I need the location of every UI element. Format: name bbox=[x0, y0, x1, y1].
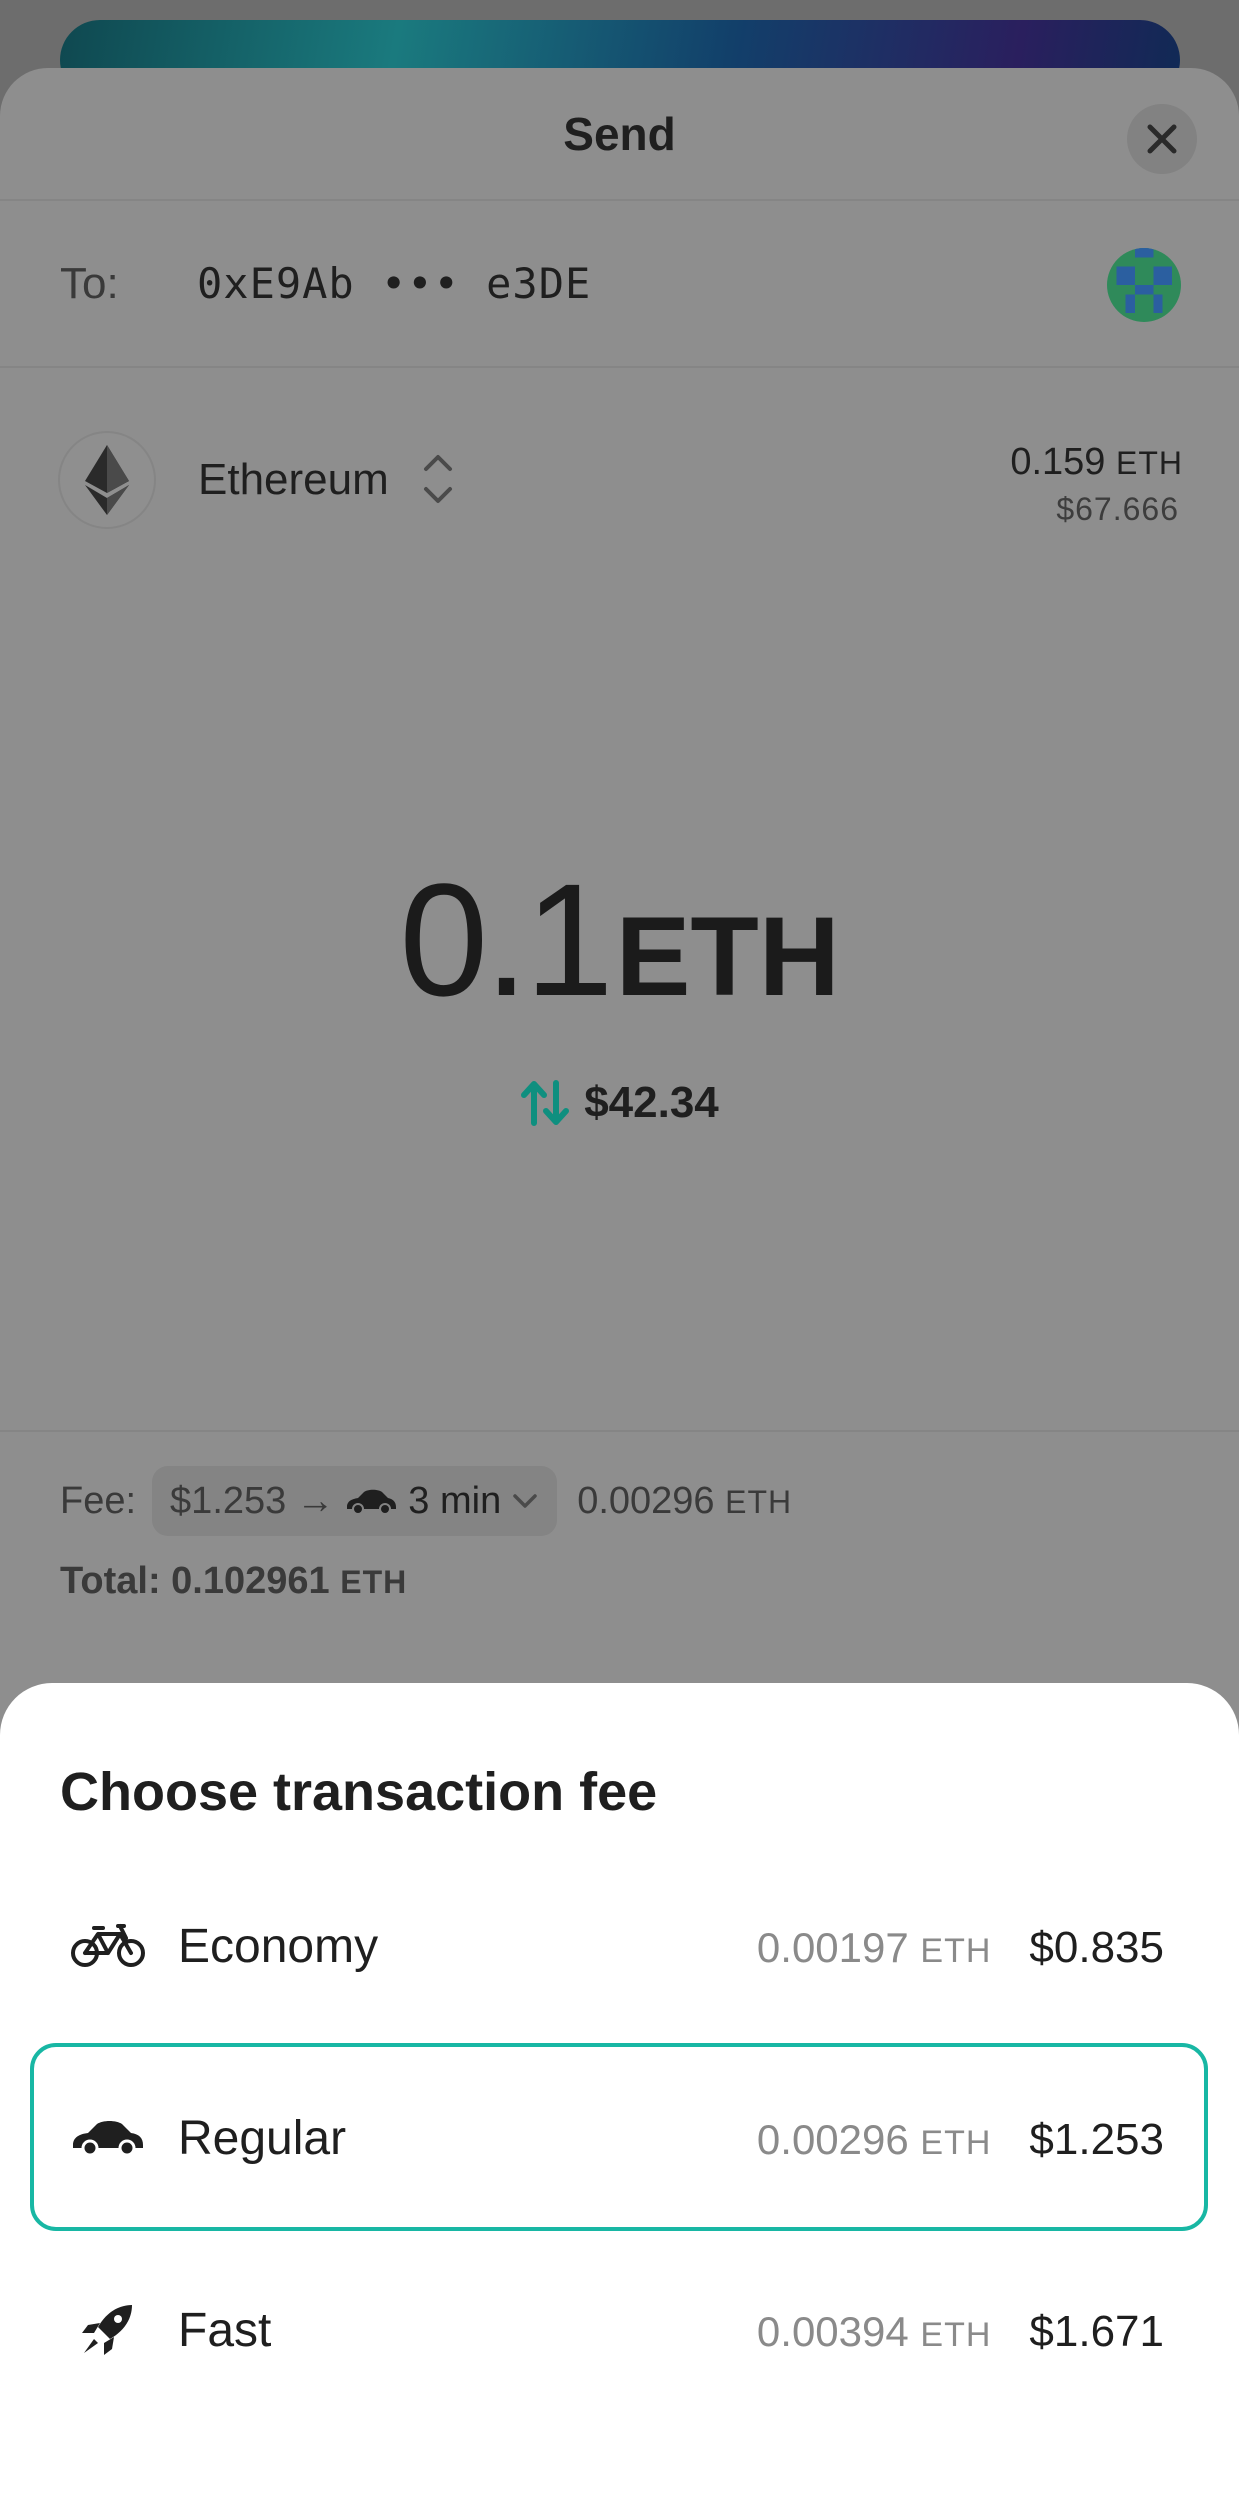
fee-option-eth-unit: ETH bbox=[920, 2124, 992, 2162]
swap-arrows-icon bbox=[521, 1080, 570, 1126]
chevron-up-down-icon[interactable] bbox=[420, 445, 456, 513]
chevron-down-icon bbox=[513, 1494, 537, 1508]
fee-option-eth-value: 0.00296 bbox=[756, 2116, 909, 2163]
fee-bottom-sheet: Choose transaction fee Economy 0.00197 E… bbox=[0, 1683, 1239, 2512]
fee-option-fast[interactable]: Fast 0.00394 ETH $1.671 bbox=[30, 2235, 1208, 2423]
fee-option-usd: $0.835 bbox=[1029, 1923, 1164, 1972]
fee-selector-chip[interactable]: $1.253 → 3 min bbox=[152, 1466, 558, 1536]
amount-value: 0.1 bbox=[399, 850, 613, 1029]
fee-time: 3 min bbox=[408, 1479, 502, 1522]
fee-label: Fee: bbox=[60, 1479, 137, 1522]
asset-selector[interactable]: Ethereum 0.159 ETH $67.666 bbox=[0, 431, 1239, 561]
fee-option-eth-value: 0.00197 bbox=[756, 1924, 909, 1971]
amount-display[interactable]: 0.1ETH bbox=[0, 848, 1239, 1032]
fee-option-eth-value: 0.00394 bbox=[756, 2308, 909, 2355]
asset-name: Ethereum bbox=[198, 455, 389, 504]
car-icon bbox=[347, 1489, 397, 1515]
recipient-row[interactable]: To: 0xE9Ab ••• e3DE bbox=[0, 201, 1239, 368]
total-line: Total: 0.102961 ETH bbox=[60, 1560, 407, 1603]
fee-option-values: 0.00394 ETH $1.671 bbox=[757, 2307, 1164, 2357]
rocket-icon bbox=[70, 2301, 146, 2357]
fee-option-regular[interactable]: Regular 0.00296 ETH $1.253 bbox=[30, 2043, 1208, 2231]
fee-line: Fee: $1.253 → 3 min 0.00296 ETH bbox=[60, 1466, 792, 1536]
fee-option-usd: $1.253 bbox=[1029, 2115, 1164, 2164]
fee-option-name: Fast bbox=[178, 2304, 272, 2357]
asset-balance-unit: ETH bbox=[1116, 445, 1183, 481]
amount-unit: ETH bbox=[615, 894, 840, 1019]
fee-option-eth-unit: ETH bbox=[920, 2316, 992, 2354]
bicycle-icon bbox=[70, 1917, 146, 1973]
fee-eth: 0.00296 ETH bbox=[577, 1480, 792, 1523]
fee-option-eth: 0.00394 ETH bbox=[757, 2308, 992, 2356]
fee-option-values: 0.00197 ETH $0.835 bbox=[757, 1923, 1164, 1973]
total-unit: ETH bbox=[340, 1564, 408, 1600]
send-header: Send bbox=[0, 68, 1239, 201]
fee-option-usd: $1.671 bbox=[1029, 2307, 1164, 2356]
fee-fiat: $1.253 bbox=[170, 1479, 287, 1522]
fee-option-economy[interactable]: Economy 0.00197 ETH $0.835 bbox=[30, 1851, 1208, 2039]
fee-eth-value: 0.00296 bbox=[577, 1479, 715, 1522]
page-title: Send bbox=[563, 107, 676, 160]
asset-balance-value: 0.159 bbox=[1010, 441, 1106, 483]
fee-option-name: Regular bbox=[178, 2112, 347, 2165]
fee-option-eth-unit: ETH bbox=[920, 1932, 992, 1970]
fee-sheet-title: Choose transaction fee bbox=[60, 1762, 658, 1822]
fee-option-values: 0.00296 ETH $1.253 bbox=[757, 2115, 1164, 2165]
asset-balance: 0.159 ETH bbox=[1010, 441, 1183, 484]
fee-option-eth: 0.00296 ETH bbox=[757, 2116, 992, 2164]
total-value: Total: 0.102961 bbox=[60, 1560, 330, 1602]
amount-fiat: $42.34 bbox=[584, 1078, 719, 1127]
recipient-address[interactable]: 0xE9Ab ••• e3DE bbox=[197, 259, 591, 308]
to-label: To: bbox=[60, 258, 119, 308]
ethereum-icon bbox=[58, 431, 156, 529]
car-icon bbox=[70, 2109, 146, 2165]
recipient-avatar bbox=[1107, 248, 1181, 322]
fee-option-name: Economy bbox=[178, 1920, 379, 1973]
close-button[interactable] bbox=[1127, 104, 1197, 174]
fee-eth-unit: ETH bbox=[725, 1483, 793, 1520]
fiat-toggle[interactable]: $42.34 bbox=[0, 1078, 1239, 1128]
fee-arrow: → bbox=[296, 1479, 335, 1522]
asset-balance-usd: $67.666 bbox=[1056, 491, 1179, 527]
close-icon bbox=[1147, 124, 1177, 154]
fee-option-eth: 0.00197 ETH bbox=[757, 1924, 992, 1972]
